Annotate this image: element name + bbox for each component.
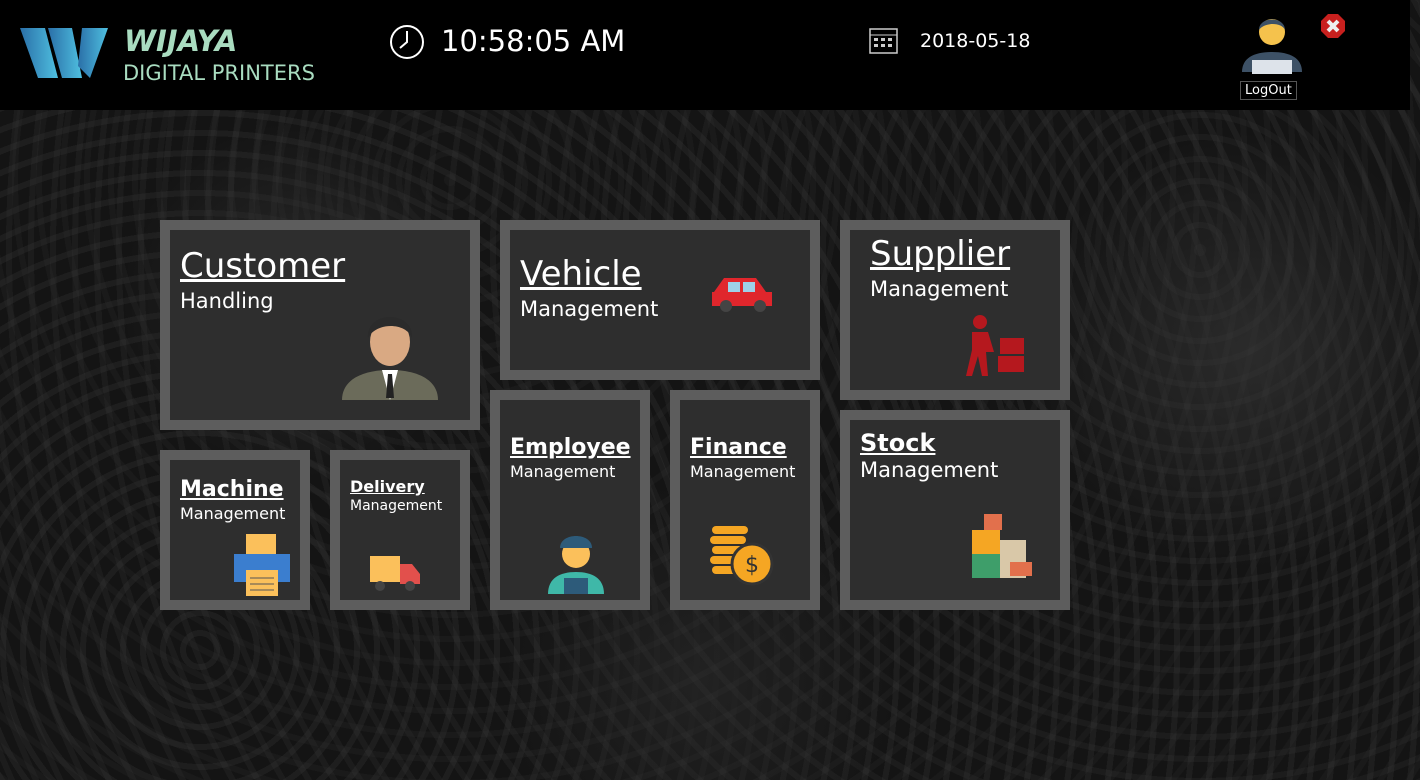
- tile-title: Employee: [510, 435, 631, 460]
- coins-icon: $: [710, 526, 774, 586]
- tile-subtitle: Management: [860, 458, 999, 483]
- tile-subtitle: Management: [870, 277, 1009, 302]
- header-bar: WIJAYA DIGITAL PRINTERS 10:58:05 AM 2018…: [0, 0, 1410, 110]
- current-date: 2018-05-18: [920, 30, 1031, 52]
- close-icon[interactable]: [1320, 13, 1346, 39]
- clock-icon: [390, 25, 424, 59]
- clock-time: 10:58:05 AM: [441, 24, 626, 58]
- tile-delivery-management[interactable]: Delivery Management: [330, 450, 470, 610]
- tile-stock-management[interactable]: Stock Management: [840, 410, 1070, 610]
- printer-icon: [234, 534, 290, 596]
- tile-employee-management[interactable]: Employee Management: [490, 390, 650, 610]
- tile-finance-management[interactable]: Finance Management $: [670, 390, 820, 610]
- logo-w-icon: [20, 28, 108, 78]
- tile-supplier-management[interactable]: Supplier Management: [840, 220, 1070, 400]
- brand-name: WIJAYA: [124, 24, 238, 58]
- tile-title: Stock: [860, 429, 936, 457]
- tile-title: Finance: [690, 435, 787, 460]
- tile-vehicle-management[interactable]: Vehicle Management: [500, 220, 820, 380]
- logout-button[interactable]: LogOut: [1240, 81, 1297, 100]
- calendar-icon: [869, 28, 898, 54]
- stock-boxes-icon: [972, 514, 1032, 578]
- car-icon: [712, 278, 772, 312]
- tile-subtitle: Management: [690, 462, 796, 482]
- tile-subtitle: Management: [350, 497, 443, 514]
- customer-icon: [342, 317, 438, 400]
- tile-machine-management[interactable]: Machine Management: [160, 450, 310, 610]
- tile-customer-handling[interactable]: Customer Handling: [160, 220, 480, 430]
- svg-text:$: $: [745, 553, 759, 578]
- tile-title: Customer: [180, 246, 346, 286]
- delivery-truck-icon: [370, 556, 420, 591]
- brand-subtitle: DIGITAL PRINTERS: [123, 61, 315, 85]
- tile-title: Machine: [180, 477, 284, 502]
- tile-title: Delivery: [350, 477, 425, 496]
- tile-subtitle: Management: [180, 504, 286, 524]
- employee-icon: [548, 536, 604, 594]
- tile-title: Supplier: [870, 234, 1011, 274]
- tile-subtitle: Management: [510, 462, 616, 482]
- supplier-delivery-icon: [966, 315, 1024, 376]
- user-avatar-icon: [1242, 19, 1302, 74]
